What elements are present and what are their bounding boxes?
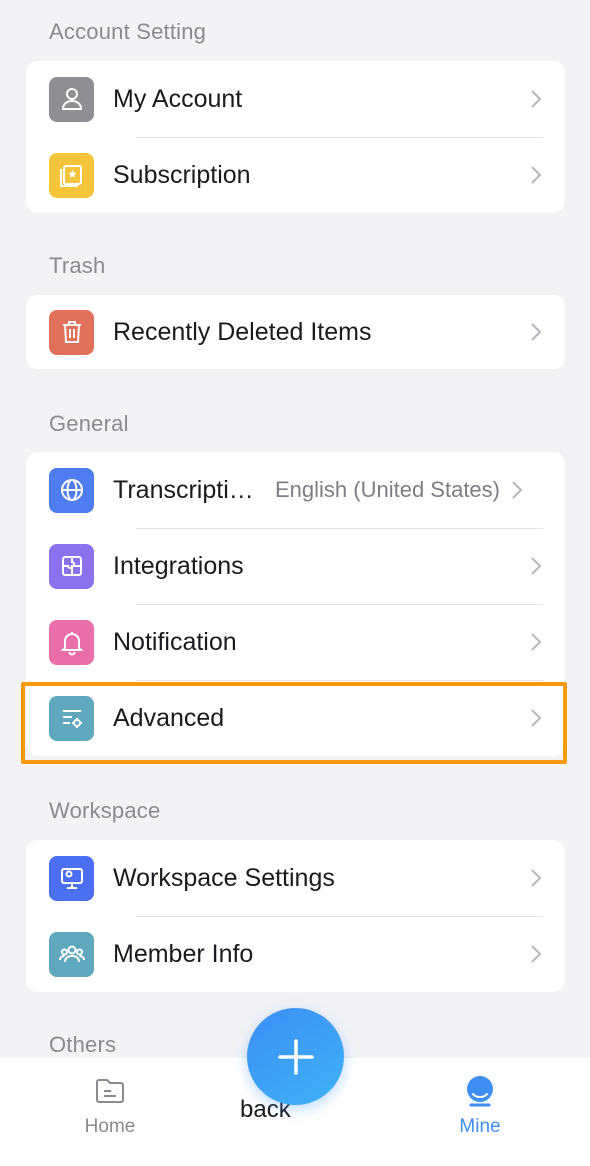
people-icon [49, 931, 94, 977]
star-card-icon [49, 152, 94, 198]
chevron-right-icon [531, 557, 542, 575]
puzzle-icon [49, 543, 94, 589]
workspace-settings-label: Workspace Settings [113, 863, 335, 892]
chevron-right-icon [512, 481, 523, 499]
subscription-label: Subscription [113, 160, 251, 189]
chevron-right-icon [531, 869, 542, 887]
chevron-right-icon [531, 709, 542, 727]
mine-face-icon [467, 1076, 493, 1107]
bell-icon [49, 619, 94, 665]
integrations-label: Integrations [113, 551, 244, 580]
recently-deleted-row[interactable]: Recently Deleted Items [26, 295, 565, 369]
my-account-row[interactable]: My Account [26, 61, 565, 137]
advanced-label: Advanced [113, 703, 225, 732]
globe-icon [49, 467, 94, 513]
chevron-right-icon [531, 166, 542, 184]
notification-label: Notification [113, 627, 237, 656]
tab-home-label: Home [84, 1116, 136, 1137]
subscription-row[interactable]: Subscription [26, 137, 565, 213]
chevron-right-icon [531, 945, 542, 963]
account-card: My Account Subscription [26, 61, 565, 213]
workspace-settings-row[interactable]: Workspace Settings [26, 840, 565, 916]
transcription-language-value: English (United States) [275, 477, 500, 502]
settings-list-icon [49, 695, 94, 741]
add-button[interactable] [247, 1008, 344, 1105]
section-title-account: Account Setting [49, 19, 207, 44]
workspace-card: Workspace Settings Member Info [26, 840, 565, 992]
member-info-label: Member Info [113, 939, 254, 968]
member-info-row[interactable]: Member Info [26, 916, 565, 992]
integrations-row[interactable]: Integrations [26, 528, 565, 604]
person-icon [49, 76, 94, 122]
section-title-trash: Trash [49, 253, 106, 278]
transcription-language-row[interactable]: Transcription Language English (United S… [26, 452, 565, 528]
plus-icon [277, 1038, 314, 1075]
chevron-right-icon [531, 323, 542, 341]
section-title-general: General [49, 411, 129, 436]
tab-home[interactable]: Home [50, 1074, 170, 1138]
trash-card: Recently Deleted Items [26, 295, 565, 369]
section-title-others: Others [49, 1032, 117, 1057]
general-card: Transcription Language English (United S… [26, 452, 565, 756]
section-title-workspace: Workspace [49, 798, 161, 823]
chevron-right-icon [531, 90, 542, 108]
tab-mine-label: Mine [459, 1116, 501, 1137]
tab-mine[interactable]: Mine [420, 1074, 540, 1138]
chevron-right-icon [531, 633, 542, 651]
monitor-gear-icon [49, 855, 94, 901]
my-account-label: My Account [113, 84, 243, 113]
advanced-row[interactable]: Advanced [26, 680, 565, 756]
trash-icon [49, 309, 94, 355]
folder-icon [96, 1079, 124, 1103]
notification-row[interactable]: Notification [26, 604, 565, 680]
recently-deleted-label: Recently Deleted Items [113, 317, 372, 346]
transcription-language-label: Transcription Language [113, 475, 261, 504]
